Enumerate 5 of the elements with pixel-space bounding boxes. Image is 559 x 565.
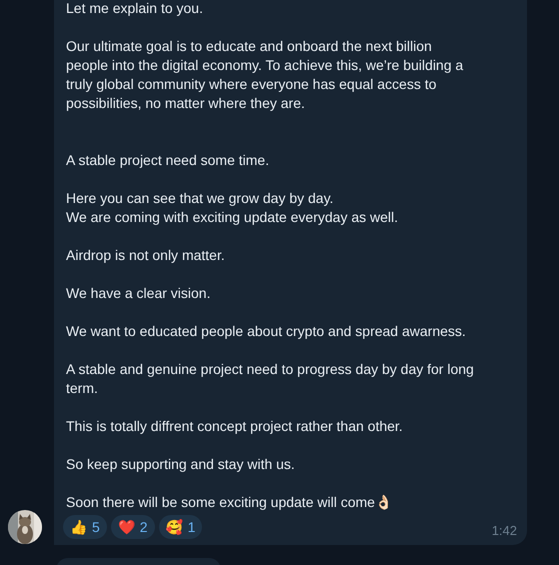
reaction-button[interactable]: 🥰 1 [158,515,202,539]
message-text: Let me explain to you. Our ultimate goal is to educate and onboard the next billion people into the digital economy. To achieve this, we’re building a truly global community where everyone has equal access to possibilities, no matter where they are. A stable project need some time. Here you can see that we grow day by day. We are coming with exciting update everyday as well. Airdrop is not only matter. We have a clear vision. We want to educated people about crypto and spread awarness. A stable and genuine project need to progress day by day for long term. This is totally diffrent concept project rather than other. So keep supporting and stay with us. Soon there will be some exciting update will come👌🏻 [66,0,475,512]
message-time: 1:42 [492,522,517,540]
reaction-button[interactable]: ❤ 2 [110,515,155,539]
reaction-button[interactable]: 👍 5 [63,515,107,539]
